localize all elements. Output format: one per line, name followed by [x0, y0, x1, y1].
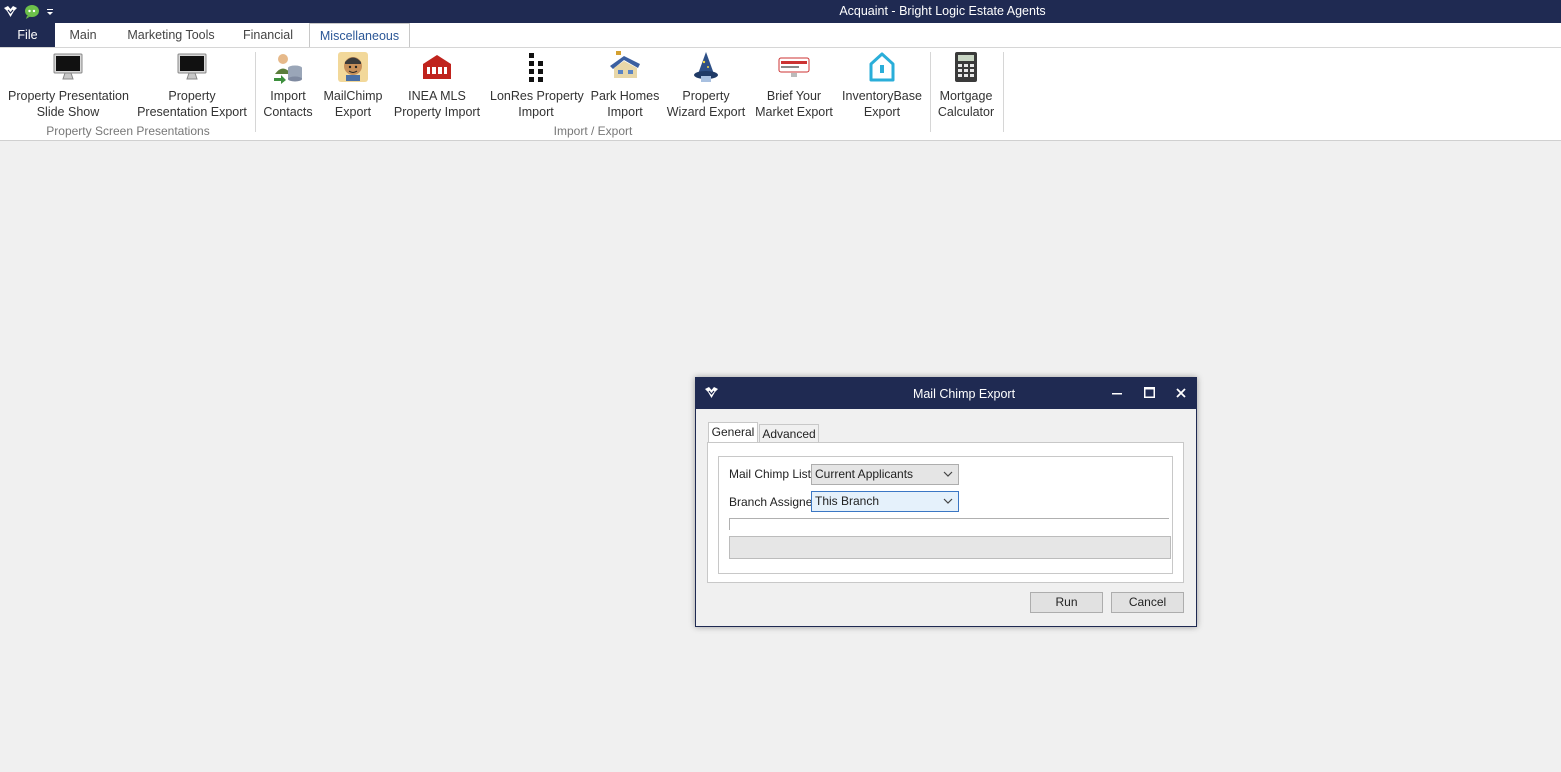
- button-label-line2: Wizard Export: [666, 105, 746, 119]
- park-homes-icon: [610, 51, 640, 78]
- button-label-line2: Export: [863, 105, 901, 119]
- branch-assigned-label: Branch Assigned: [729, 495, 820, 509]
- button-label-line1: INEA MLS: [408, 89, 466, 103]
- lonres-icon: [529, 53, 543, 82]
- mail-chimp-list-value: Current Applicants: [815, 467, 914, 481]
- property-presentation-slide-show-button[interactable]: Property Presentation Slide Show: [8, 50, 129, 124]
- inventorybase-export-button[interactable]: InventoryBase Export: [840, 50, 924, 124]
- button-label-line2: Slide Show: [36, 105, 100, 119]
- window-titlebar: Acquaint - Bright Logic Estate Agents: [0, 0, 1561, 23]
- ribbon-tabs: File Main Marketing Tools Financial Misc…: [0, 23, 1561, 48]
- mail-chimp-list-label: Mail Chimp List: [729, 467, 812, 481]
- tab-financial[interactable]: Financial: [234, 23, 302, 47]
- property-wizard-export-button[interactable]: Property Wizard Export: [666, 50, 746, 124]
- import-contacts-button[interactable]: Import Contacts: [262, 50, 314, 124]
- button-label-line2: Presentation Export: [137, 105, 247, 119]
- lonres-property-import-button[interactable]: LonRes Property Import: [490, 50, 584, 124]
- house-outline-icon: [869, 52, 895, 82]
- mail-chimp-list-select[interactable]: Current Applicants: [811, 464, 959, 485]
- window-title: Acquaint - Bright Logic Estate Agents: [839, 4, 1046, 18]
- button-label-line1: LonRes Property: [490, 89, 584, 103]
- button-label-line1: Park Homes: [590, 89, 660, 103]
- button-label-line2: Market Export: [755, 105, 833, 119]
- button-label-line2: Property Import: [393, 105, 481, 119]
- button-label-line1: Import: [270, 89, 306, 103]
- tab-file[interactable]: File: [0, 23, 55, 47]
- group-divider: [930, 52, 931, 132]
- maximize-icon[interactable]: [1140, 385, 1158, 403]
- mail-chimp-export-dialog: Mail Chimp Export General Advanced Mail …: [695, 377, 1197, 627]
- close-icon[interactable]: [1172, 385, 1190, 403]
- mailchimp-export-button[interactable]: MailChimp Export: [320, 50, 386, 124]
- tab-miscellaneous[interactable]: Miscellaneous: [309, 23, 410, 48]
- tab-general[interactable]: General: [708, 422, 758, 443]
- progress-bar: [729, 536, 1171, 559]
- button-label-line2: Export: [334, 105, 372, 119]
- run-button[interactable]: Run: [1030, 592, 1103, 613]
- group-label-import-export: Import / Export: [553, 124, 633, 138]
- button-label-line1: MailChimp: [323, 89, 383, 103]
- mailchimp-icon: [338, 52, 368, 82]
- button-label-line1: Brief Your: [766, 89, 822, 103]
- tab-marketing-tools[interactable]: Marketing Tools: [118, 23, 224, 47]
- park-homes-import-button[interactable]: Park Homes Import: [590, 50, 660, 124]
- button-label-line1: Mortgage: [939, 89, 993, 103]
- brief-your-market-icon: [778, 57, 810, 77]
- ribbon-panel: Property Presentation Slide Show Propert…: [0, 47, 1561, 141]
- tab-advanced[interactable]: Advanced: [759, 424, 819, 442]
- branch-assigned-select[interactable]: This Branch: [811, 491, 959, 512]
- monitor-icon: [53, 53, 83, 80]
- button-label-line2: Calculator: [937, 105, 995, 119]
- chevron-down-icon: [943, 498, 953, 504]
- calculator-icon: [955, 52, 977, 82]
- cancel-button[interactable]: Cancel: [1111, 592, 1184, 613]
- group-label-property-screen-presentations: Property Screen Presentations: [46, 124, 210, 138]
- export-options-group: Mail Chimp List Current Applicants Branc…: [718, 456, 1173, 574]
- button-label-line2: Import: [607, 105, 643, 119]
- button-label-line2: Contacts: [263, 105, 313, 119]
- divider-tick: [729, 518, 730, 530]
- dialog-titlebar[interactable]: Mail Chimp Export: [696, 378, 1196, 409]
- brief-your-market-export-button[interactable]: Brief Your Market Export: [752, 50, 836, 124]
- inea-mls-property-import-button[interactable]: INEA MLS Property Import: [392, 50, 482, 124]
- chevron-down-icon: [943, 471, 953, 477]
- group-divider: [1003, 52, 1004, 132]
- group-divider: [255, 52, 256, 132]
- minimize-icon[interactable]: [1108, 385, 1126, 403]
- wizard-hat-icon: [694, 52, 718, 82]
- contacts-database-icon: [274, 54, 302, 84]
- button-label-line1: Property: [168, 89, 216, 103]
- mortgage-calculator-button[interactable]: Mortgage Calculator: [934, 50, 998, 124]
- divider-line: [729, 518, 1169, 519]
- monitor-icon: [177, 53, 207, 80]
- inea-icon: [423, 55, 451, 79]
- branch-assigned-value: This Branch: [815, 494, 880, 508]
- tab-main[interactable]: Main: [58, 23, 108, 47]
- button-label-line1: InventoryBase: [842, 89, 922, 103]
- button-label-line2: Import: [518, 105, 554, 119]
- general-tab-panel: Mail Chimp List Current Applicants Branc…: [707, 442, 1184, 583]
- button-label-line1: Property: [682, 89, 730, 103]
- button-label-line1: Property Presentation: [8, 89, 129, 103]
- property-presentation-export-button[interactable]: Property Presentation Export: [136, 50, 248, 124]
